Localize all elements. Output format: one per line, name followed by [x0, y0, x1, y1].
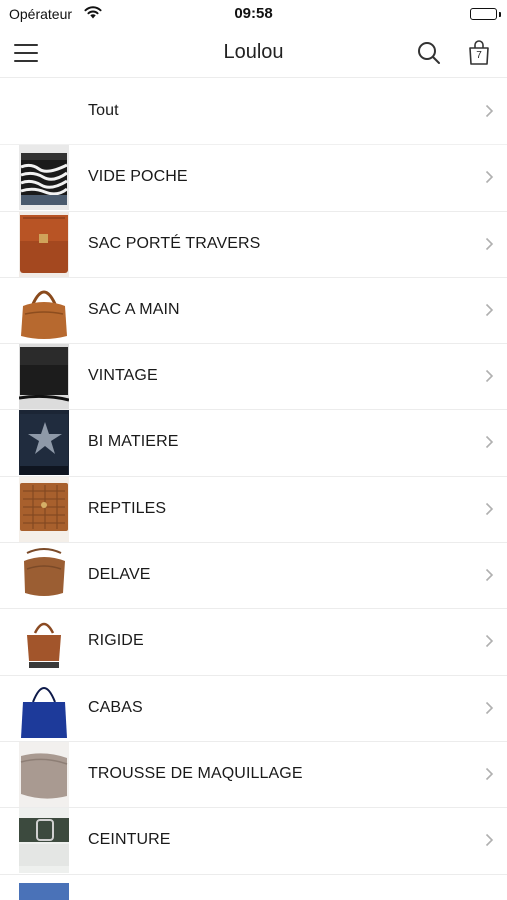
zebra-pouch-thumbnail: [19, 145, 69, 211]
category-row-sac-a-main[interactable]: SAC A MAIN: [0, 277, 507, 345]
category-label: CABAS: [88, 698, 143, 716]
chevron-right-icon: [485, 502, 494, 515]
black-vintage-bag-thumbnail: [19, 344, 69, 410]
nav-bar: Loulou 7: [0, 28, 507, 78]
blue-suede-tote-thumbnail: [19, 675, 69, 741]
category-label: VINTAGE: [88, 367, 158, 385]
search-icon[interactable]: [416, 40, 442, 66]
belt-thumbnail: [19, 808, 69, 874]
category-label: CEINTURE: [88, 831, 171, 849]
cognac-handbag-thumbnail: [19, 277, 69, 343]
category-label: SAC A MAIN: [88, 300, 180, 318]
category-row-cabas[interactable]: CABAS: [0, 675, 507, 742]
battery-icon: [470, 8, 497, 20]
category-label: SAC PORTÉ TRAVERS: [88, 234, 261, 252]
chevron-right-icon: [485, 635, 494, 648]
category-row-vintage[interactable]: VINTAGE: [0, 344, 507, 411]
category-row-sac-porte-travers[interactable]: SAC PORTÉ TRAVERS: [0, 211, 507, 278]
category-label: Tout: [88, 102, 119, 119]
taupe-makeup-pouch-thumbnail: [19, 741, 69, 807]
category-row-partial[interactable]: [0, 874, 507, 900]
cart-count-badge: 7: [476, 50, 482, 61]
chevron-right-icon: [485, 569, 494, 582]
shopping-bag-icon[interactable]: 7: [466, 39, 492, 67]
star-bag-thumbnail: [19, 410, 69, 476]
chevron-right-icon: [485, 171, 494, 184]
brown-crossbody-bag-thumbnail: [19, 211, 69, 277]
category-label: DELAVE: [88, 566, 151, 584]
chevron-right-icon: [485, 370, 494, 383]
denim-item-thumbnail: [19, 874, 69, 900]
category-row-trousse-de-maquillage[interactable]: TROUSSE DE MAQUILLAGE: [0, 741, 507, 809]
category-row-delave[interactable]: DELAVE: [0, 543, 507, 610]
category-row-rigide[interactable]: RIGIDE: [0, 609, 507, 676]
chevron-right-icon: [485, 767, 494, 781]
chevron-right-icon: [485, 436, 494, 449]
category-label: VIDE POCHE: [88, 168, 188, 186]
category-label: BI MATIERE: [88, 433, 179, 451]
category-label: TROUSSE DE MAQUILLAGE: [88, 764, 303, 782]
category-row-reptiles[interactable]: REPTILES: [0, 476, 507, 544]
chevron-right-icon: [485, 104, 494, 118]
chevron-right-icon: [485, 701, 494, 714]
battery-cap: [499, 12, 501, 17]
status-bar: Opérateur 09:58: [0, 0, 507, 28]
category-label: RIGIDE: [88, 632, 144, 650]
category-label: REPTILES: [88, 499, 167, 517]
chevron-right-icon: [485, 834, 494, 847]
category-list: Tout VIDE POCHE SAC PORTÉ TRAVERS SAC A …: [0, 79, 507, 900]
reptile-clutch-thumbnail: [19, 476, 69, 542]
rigid-tote-thumbnail: [19, 609, 69, 675]
washed-leather-bag-thumbnail: [19, 543, 69, 609]
clock-time: 09:58: [234, 5, 273, 22]
category-row-ceinture[interactable]: CEINTURE: [0, 808, 507, 875]
chevron-right-icon: [485, 237, 494, 250]
category-row-bi-matiere[interactable]: BI MATIERE: [0, 410, 507, 477]
category-row-vide-poche[interactable]: VIDE POCHE: [0, 145, 507, 212]
chevron-right-icon: [485, 303, 494, 316]
category-row-tout[interactable]: Tout: [0, 79, 507, 146]
